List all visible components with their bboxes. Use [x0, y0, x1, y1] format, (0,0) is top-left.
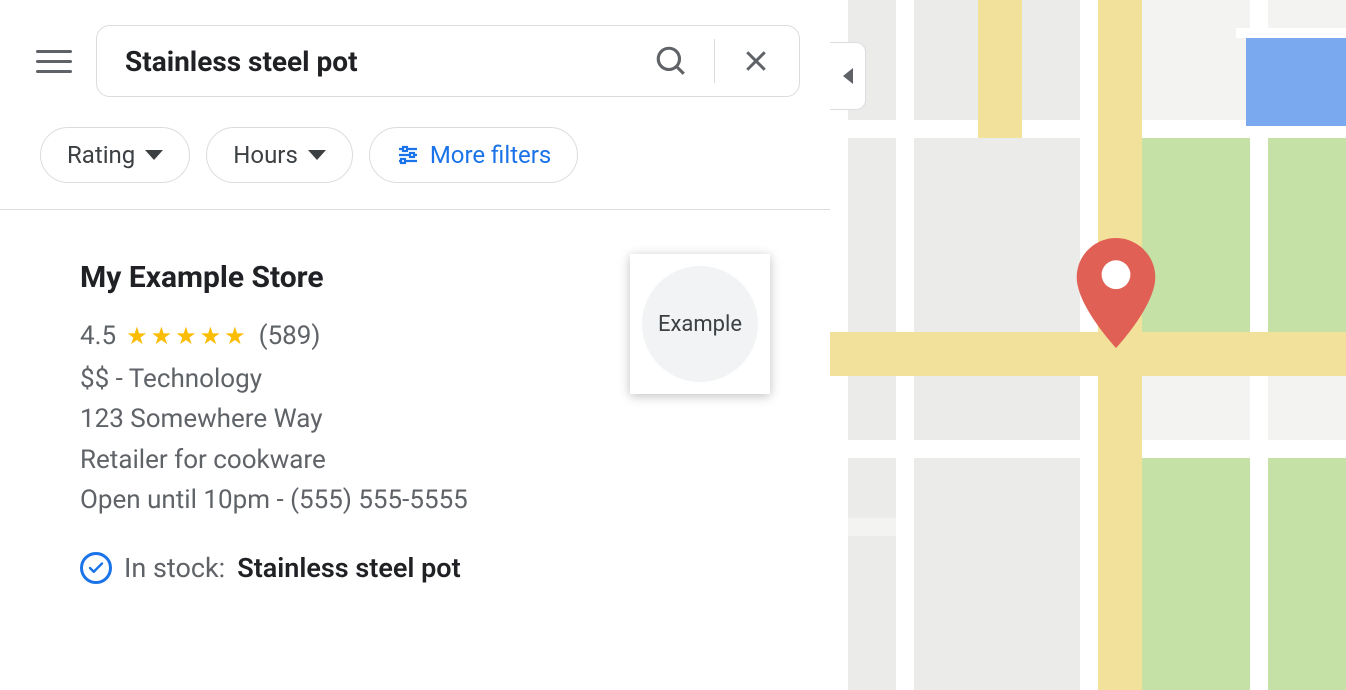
in-stock-item: Stainless steel pot: [237, 552, 460, 584]
address: 123 Somewhere Way: [80, 399, 790, 439]
chevron-left-icon: [843, 68, 853, 84]
result-thumbnail[interactable]: Example: [630, 254, 770, 394]
in-stock-label: In stock:: [124, 552, 225, 584]
caret-down-icon: [308, 150, 326, 160]
hours-phone: Open until 10pm - (555) 555-5555: [80, 480, 790, 520]
divider: [714, 39, 716, 83]
review-count: (589): [259, 321, 321, 351]
check-circle-icon: [80, 552, 112, 584]
caret-down-icon: [145, 150, 163, 160]
result-card[interactable]: My Example Store 4.5 ★★★★★ (589) $$ - Te…: [0, 209, 830, 584]
search-icon[interactable]: [654, 44, 688, 78]
sliders-icon: [396, 143, 420, 167]
search-box: [96, 25, 800, 97]
menu-icon[interactable]: [36, 43, 72, 79]
filter-hours[interactable]: Hours: [206, 127, 353, 183]
thumbnail-label: Example: [642, 266, 758, 382]
in-stock-row: In stock: Stainless steel pot: [80, 552, 790, 584]
map-park: [1268, 458, 1346, 690]
close-icon[interactable]: [741, 46, 771, 76]
collapse-panel-button[interactable]: [830, 42, 866, 110]
map-canvas[interactable]: [830, 0, 1346, 690]
map-pin-icon[interactable]: [1076, 238, 1156, 348]
filter-hours-label: Hours: [233, 141, 298, 169]
description: Retailer for cookware: [80, 440, 790, 480]
filter-more[interactable]: More filters: [369, 127, 578, 183]
map-park: [1268, 138, 1346, 332]
rating-value: 4.5: [80, 321, 116, 351]
search-input[interactable]: [125, 45, 654, 78]
filter-rating[interactable]: Rating: [40, 127, 190, 183]
star-icon: ★★★★★: [126, 322, 249, 350]
filter-more-label: More filters: [430, 141, 551, 169]
map-water: [1246, 36, 1346, 126]
filter-rating-label: Rating: [67, 141, 135, 169]
